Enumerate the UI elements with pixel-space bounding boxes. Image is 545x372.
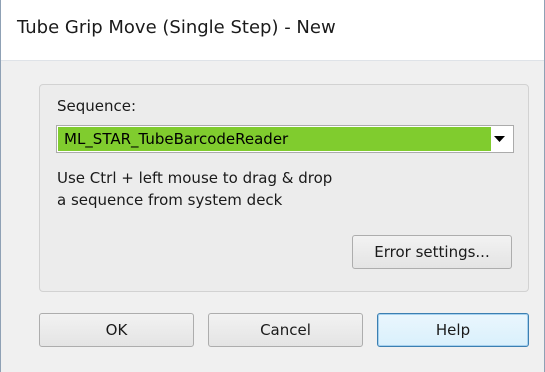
ok-button[interactable]: OK xyxy=(39,313,194,347)
hint-line-1: Use Ctrl + left mouse to drag & drop xyxy=(57,169,333,187)
title-bar[interactable]: Tube Grip Move (Single Step) - New xyxy=(1,0,544,61)
error-settings-button[interactable]: Error settings... xyxy=(352,235,512,269)
chevron-down-icon[interactable] xyxy=(489,127,509,151)
sequence-combobox[interactable]: ML_STAR_TubeBarcodeReader xyxy=(56,125,514,153)
help-button[interactable]: Help xyxy=(377,313,529,347)
drag-drop-hint: Use Ctrl + left mouse to drag & drop a s… xyxy=(57,167,332,211)
sequence-selected-value[interactable]: ML_STAR_TubeBarcodeReader xyxy=(58,127,491,151)
window-title: Tube Grip Move (Single Step) - New xyxy=(17,17,336,38)
cancel-button[interactable]: Cancel xyxy=(208,313,363,347)
sequence-group-panel: Sequence: ML_STAR_TubeBarcodeReader Use … xyxy=(39,84,529,292)
dialog-window: Tube Grip Move (Single Step) - New Seque… xyxy=(0,0,545,372)
sequence-label: Sequence: xyxy=(57,97,137,115)
hint-line-2: a sequence from system deck xyxy=(57,191,283,209)
